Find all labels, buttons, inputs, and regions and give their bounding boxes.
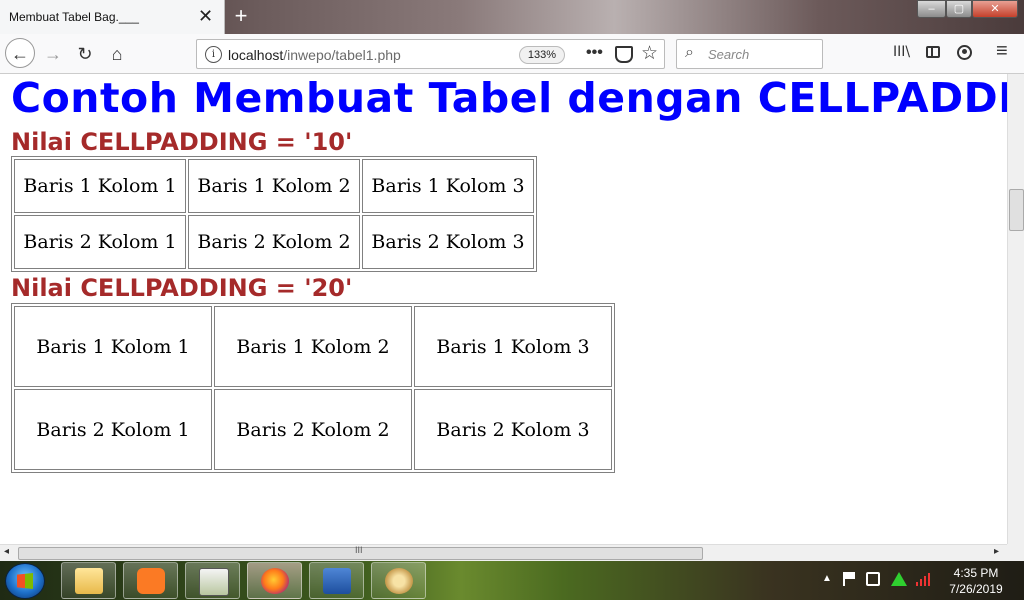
new-tab-button[interactable]: + (229, 2, 253, 30)
table-row: Baris 2 Kolom 1 Baris 2 Kolom 2 Baris 2 … (14, 215, 534, 269)
url-host: localhost (228, 47, 284, 63)
back-button[interactable]: ← (5, 38, 35, 68)
browser-tab[interactable]: Membuat Tabel Bag.___ ✕ (0, 0, 225, 34)
reload-button[interactable]: ↻ (71, 40, 99, 68)
removable-device-icon[interactable] (866, 572, 880, 586)
taskbar-notepadpp[interactable] (185, 562, 240, 599)
scroll-right-arrow-icon[interactable]: ▸ (994, 546, 999, 557)
word-icon (323, 568, 351, 594)
forward-button[interactable]: → (39, 40, 67, 68)
table-cell: Baris 1 Kolom 3 (414, 306, 612, 387)
notepadpp-icon (199, 568, 229, 596)
table-row: Baris 2 Kolom 1 Baris 2 Kolom 2 Baris 2 … (14, 389, 612, 470)
section-heading-cellpadding-10: Nilai CELLPADDING = '10' (11, 128, 353, 156)
folder-icon (75, 568, 103, 594)
table-cell: Baris 1 Kolom 1 (14, 159, 186, 213)
scroll-grip-icon: III (355, 545, 363, 555)
bookmark-star-icon[interactable]: ☆ (641, 42, 658, 65)
table-cell: Baris 1 Kolom 2 (214, 306, 412, 387)
close-window-button[interactable]: ✕ (972, 0, 1018, 18)
action-center-flag-icon[interactable] (843, 572, 859, 586)
tab-title: Membuat Tabel Bag.___ (9, 10, 139, 24)
table-cell: Baris 2 Kolom 3 (414, 389, 612, 470)
table-row: Baris 1 Kolom 1 Baris 1 Kolom 2 Baris 1 … (14, 306, 612, 387)
paint-icon (385, 568, 413, 594)
table-cell: Baris 2 Kolom 2 (188, 215, 360, 269)
account-icon[interactable] (957, 45, 972, 60)
clock-time: 4:35 PM (953, 566, 999, 580)
xampp-icon (137, 568, 165, 594)
scroll-left-arrow-icon[interactable]: ◂ (4, 546, 9, 557)
volume-icon[interactable] (915, 572, 931, 586)
pocket-icon[interactable] (615, 46, 633, 63)
system-clock[interactable]: 4:35 PM 7/26/2019 (938, 565, 1014, 597)
zoom-level-badge[interactable]: 133% (519, 46, 565, 64)
table-row: Baris 1 Kolom 1 Baris 1 Kolom 2 Baris 1 … (14, 159, 534, 213)
table-cellpadding-20: Baris 1 Kolom 1 Baris 1 Kolom 2 Baris 1 … (11, 303, 615, 473)
page-content: Contoh Membuat Tabel dengan CELLPADDING … (0, 74, 1007, 544)
window-titlebar: Membuat Tabel Bag.___ ✕ + – ▢ ✕ (0, 0, 1024, 34)
navigation-toolbar: ← → ↻ ⌂ i localhost/inwepo/tabel1.php 13… (0, 34, 1024, 74)
taskbar-paint[interactable] (371, 562, 426, 599)
url-path: /inwepo/tabel1.php (283, 47, 401, 63)
hamburger-menu-icon[interactable]: ≡ (996, 40, 1008, 63)
search-placeholder: Search (708, 47, 750, 62)
table-cellpadding-10: Baris 1 Kolom 1 Baris 1 Kolom 2 Baris 1 … (11, 156, 537, 272)
site-info-icon[interactable]: i (205, 46, 222, 63)
search-icon: ⌕ (685, 44, 694, 61)
table-cell: Baris 2 Kolom 3 (362, 215, 534, 269)
minimize-button[interactable]: – (917, 0, 946, 18)
url-bar[interactable]: i localhost/inwepo/tabel1.php 133% ••• ☆ (196, 39, 665, 69)
windows-logo-icon (17, 573, 33, 589)
table-cell: Baris 1 Kolom 2 (188, 159, 360, 213)
sidebar-toggle-icon[interactable] (926, 46, 940, 58)
taskbar-firefox[interactable] (247, 562, 302, 599)
table-cell: Baris 1 Kolom 1 (14, 306, 212, 387)
taskbar-xampp[interactable] (123, 562, 178, 599)
vertical-scrollbar[interactable] (1007, 74, 1024, 544)
tab-close-icon[interactable]: ✕ (198, 6, 213, 27)
windows-taskbar: ▲ 4:35 PM 7/26/2019 (0, 561, 1024, 600)
vertical-scroll-thumb[interactable] (1009, 189, 1024, 231)
scrollbar-corner (1007, 544, 1024, 561)
horizontal-scrollbar[interactable]: ◂ III ▸ (0, 544, 1007, 561)
show-hidden-icons-icon[interactable]: ▲ (822, 573, 832, 584)
library-icon[interactable]: III\ (893, 44, 910, 60)
table-cell: Baris 2 Kolom 1 (14, 389, 212, 470)
table-cell: Baris 1 Kolom 3 (362, 159, 534, 213)
search-input[interactable]: ⌕ Search (676, 39, 823, 69)
start-button[interactable] (5, 563, 45, 599)
home-button[interactable]: ⌂ (103, 40, 131, 68)
section-heading-cellpadding-20: Nilai CELLPADDING = '20' (11, 274, 353, 302)
network-icon[interactable] (891, 572, 907, 586)
firefox-icon (261, 568, 289, 594)
taskbar-word[interactable] (309, 562, 364, 599)
table-cell: Baris 2 Kolom 1 (14, 215, 186, 269)
page-actions-more-icon[interactable]: ••• (586, 44, 603, 62)
taskbar-explorer[interactable] (61, 562, 116, 599)
table-cell: Baris 2 Kolom 2 (214, 389, 412, 470)
page-title: Contoh Membuat Tabel dengan CELLPADDING (11, 74, 1007, 122)
url-text[interactable]: localhost/inwepo/tabel1.php (228, 47, 401, 63)
clock-date: 7/26/2019 (949, 582, 1003, 596)
maximize-button[interactable]: ▢ (946, 0, 972, 18)
